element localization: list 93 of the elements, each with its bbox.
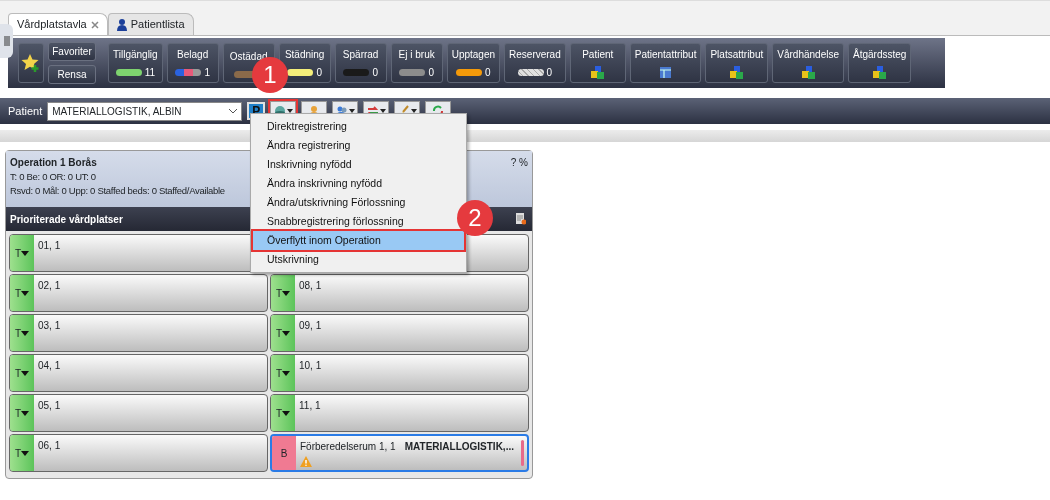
unit-stats: Rsvd: 0 Mål: 0 Upp: 0 Staffed beds: 0 Staffed/Available (10, 184, 225, 199)
bed-card[interactable]: T 05, 1 (9, 394, 268, 432)
bed-card[interactable]: T 04, 1 (9, 354, 268, 392)
bed-label: Förberedelserum 1, 1 (300, 440, 396, 454)
bed-status: T (10, 235, 34, 271)
table-icon (659, 66, 673, 79)
caret-icon (21, 450, 30, 456)
attribute-button[interactable]: Åtgärdssteg (848, 43, 912, 83)
attribute-button[interactable]: Platsattribut (705, 43, 769, 83)
bed-status: T (10, 275, 34, 311)
status-count: 0 (546, 65, 553, 80)
caret-icon (21, 330, 30, 336)
status-count: 0 (485, 65, 491, 80)
tab[interactable]: Patientlista (107, 13, 194, 35)
toolbar-button[interactable]: Favoriter (48, 42, 96, 61)
grip-handle[interactable] (0, 24, 13, 58)
bed-label: 10, 1 (299, 359, 322, 373)
person-icon (116, 18, 127, 31)
bed-card[interactable]: B Förberedelserum 1, 1 MATERIALLOGISTIK,... (270, 434, 529, 472)
status-count: 0 (316, 65, 322, 80)
unit-stats: T: 0 Be: 0 OR: 0 UT: 0 (10, 170, 97, 184)
status-filter-button[interactable]: Städning 0 (278, 43, 331, 83)
favorite-button[interactable] (18, 43, 44, 83)
bed-status: T (10, 395, 34, 431)
caret-icon (282, 330, 291, 336)
bed-card[interactable]: T 09, 1 (270, 314, 529, 352)
section-title: Prioriterade vårdplatser (10, 212, 123, 227)
field-label: Patient (8, 103, 43, 119)
menu-item[interactable]: Direktregistrering (253, 117, 464, 136)
close-icon (90, 20, 99, 29)
caret-icon (21, 250, 30, 256)
attribute-button[interactable]: Patientattribut (629, 43, 702, 83)
bed-label: 03, 1 (38, 319, 61, 333)
status-count: 11 (144, 65, 155, 80)
menu-item[interactable]: Inskrivning nyfödd (253, 155, 464, 174)
caret-icon (21, 290, 30, 296)
bed-status: T (10, 355, 34, 391)
bed-card[interactable]: T 06, 1 (9, 434, 268, 472)
caret-icon (282, 290, 291, 296)
status-filter-button[interactable]: Reserverad 0 (504, 43, 566, 83)
bed-card[interactable]: T 08, 1 (270, 274, 529, 312)
status-count: 1 (204, 65, 210, 80)
bed-label: 01, 1 (38, 239, 61, 253)
caret-icon (282, 410, 291, 416)
status-count: 0 (372, 65, 378, 80)
patient-dropdown[interactable]: MATERIALLOGISTIK, ALBIN (47, 101, 243, 121)
tab[interactable]: Vårdplatstavla (8, 13, 108, 35)
bed-card[interactable]: T 02, 1 (9, 274, 268, 312)
unit-title: Operation 1 Borås (10, 156, 98, 170)
blocks-icon (591, 66, 605, 79)
status-filter-button[interactable]: Spärrad 0 (334, 43, 387, 83)
menu-item[interactable]: Överflytt inom Operation (253, 231, 464, 250)
bed-label: 02, 1 (38, 279, 61, 293)
bed-card[interactable]: T 03, 1 (9, 314, 268, 352)
caret-icon (21, 370, 30, 376)
menu-item[interactable]: Ändra registrering (253, 136, 464, 155)
attribute-button[interactable]: Vårdhändelse (772, 43, 844, 83)
status-filter-button[interactable]: Belagd 1 (166, 43, 219, 83)
bed-status: T (10, 315, 34, 351)
bed-label: 08, 1 (299, 279, 322, 293)
bed-label: 09, 1 (299, 319, 322, 333)
status-filter-button[interactable]: Tillgänglig 11 (108, 43, 163, 83)
document-icon (516, 213, 526, 225)
attribute-button[interactable]: Patient (569, 43, 626, 83)
blocks-icon (873, 66, 887, 79)
status-filter-button[interactable]: Upptagen 0 (446, 43, 501, 83)
grip-icon (3, 36, 10, 46)
bed-label: 06, 1 (38, 439, 61, 453)
status-filter-button[interactable]: Ej i bruk 0 (390, 43, 443, 83)
occupancy-percent: ? % (510, 156, 528, 170)
tab-label: Patientlista (130, 17, 185, 33)
bed-status: T (271, 395, 295, 431)
bed-label: 05, 1 (38, 399, 61, 413)
caret-icon (282, 370, 291, 376)
bed-status: B (272, 436, 296, 470)
chevron-icon (229, 108, 238, 114)
toolbar-button[interactable]: Rensa (48, 65, 96, 84)
status-count: 0 (428, 65, 434, 80)
bed-label: 04, 1 (38, 359, 61, 373)
menu-item[interactable]: Ändra inskrivning nyfödd (253, 174, 464, 193)
tab-label: Vårdplatstavla (17, 17, 87, 33)
caret-icon (21, 410, 30, 416)
bed-card[interactable]: T 10, 1 (270, 354, 529, 392)
bed-label: 11, 1 (299, 399, 321, 413)
bed-status: T (10, 435, 34, 471)
blocks-icon (801, 66, 815, 79)
bed-status: T (271, 355, 295, 391)
bed-status: T (271, 275, 295, 311)
bed-card[interactable]: T 11, 1 (270, 394, 529, 432)
star-plus-icon (21, 53, 41, 73)
patient-name: MATERIALLOGISTIK,... (404, 440, 514, 454)
bed-status: T (271, 315, 295, 351)
blocks-icon (730, 66, 744, 79)
